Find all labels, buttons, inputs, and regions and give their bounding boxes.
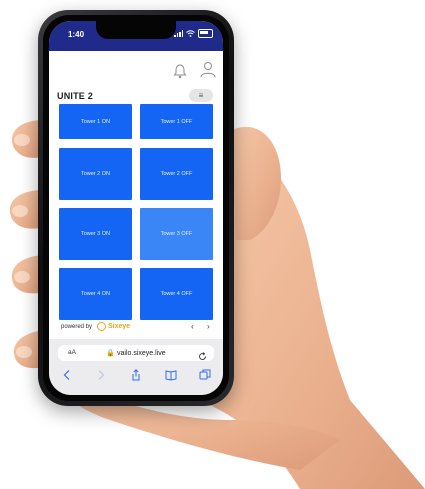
- status-bar: 1:40: [49, 21, 223, 51]
- footer-row: powered by Sixeye ‹ ›: [49, 321, 223, 335]
- battery-icon: [198, 29, 213, 38]
- browser-chrome: aA 🔒 vailo.sixeye.live: [49, 339, 223, 395]
- tower-3-on-button[interactable]: Tower 3 ON: [59, 208, 132, 260]
- tower-1-on-button[interactable]: Tower 1 ON: [59, 104, 132, 139]
- user-icon[interactable]: [199, 60, 217, 78]
- tower-3-off-button[interactable]: Tower 3 OFF: [140, 208, 213, 260]
- status-time: 1:40: [68, 30, 85, 39]
- page-title: UNITE 2: [57, 91, 93, 101]
- tower-4-off-button[interactable]: Tower 4 OFF: [140, 268, 213, 320]
- forward-icon[interactable]: [95, 368, 107, 380]
- menu-button[interactable]: ≡: [189, 89, 213, 102]
- status-icons: [174, 29, 213, 38]
- previous-button[interactable]: ‹: [191, 322, 194, 331]
- tower-2-off-button[interactable]: Tower 2 OFF: [140, 148, 213, 200]
- sixeye-logo[interactable]: Sixeye: [97, 322, 130, 331]
- next-button[interactable]: ›: [207, 322, 210, 331]
- tower-4-on-button[interactable]: Tower 4 ON: [59, 268, 132, 320]
- powered-by-label: powered by: [61, 324, 93, 330]
- tower-2-on-button[interactable]: Tower 2 ON: [59, 148, 132, 200]
- share-icon[interactable]: [130, 368, 142, 381]
- reload-icon[interactable]: [198, 348, 207, 360]
- phone-screen: 1:40 UNITE 2 ≡ Tower 1 ON Tower 1 OFF To…: [49, 21, 223, 395]
- url-text: 🔒 vailo.sixeye.live: [106, 350, 166, 357]
- sixeye-logo-icon: [97, 322, 106, 331]
- back-icon[interactable]: [61, 368, 73, 380]
- address-bar[interactable]: aA 🔒 vailo.sixeye.live: [58, 345, 214, 361]
- signal-icon: [174, 30, 183, 37]
- bell-icon[interactable]: [173, 63, 187, 79]
- phone: 1:40 UNITE 2 ≡ Tower 1 ON Tower 1 OFF To…: [38, 10, 234, 406]
- tower-1-off-button[interactable]: Tower 1 OFF: [140, 104, 213, 139]
- bookmarks-icon[interactable]: [165, 368, 177, 381]
- sixeye-logo-text: Sixeye: [108, 323, 131, 330]
- wifi-icon: [186, 30, 195, 37]
- photo-stage: 1:40 UNITE 2 ≡ Tower 1 ON Tower 1 OFF To…: [0, 0, 425, 489]
- browser-toolbar: [49, 365, 223, 385]
- notch: [96, 21, 176, 39]
- tabs-icon[interactable]: [199, 368, 211, 380]
